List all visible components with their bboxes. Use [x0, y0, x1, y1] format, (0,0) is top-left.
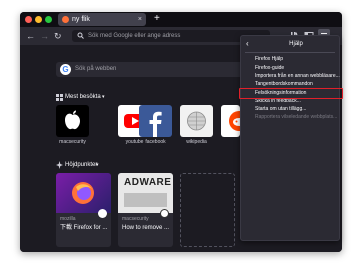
highlights-heading[interactable]: Höjdpunkter: [65, 161, 97, 169]
help-menu-panel: ‹ Hjälp Firefox Hjälp Firefox-guide Impo…: [240, 35, 340, 241]
highlight-card-mozilla[interactable]: mozilla 下載 Firefox for ...: [56, 173, 111, 247]
top-site-reddit[interactable]: [221, 105, 240, 137]
url-input[interactable]: Sök med Google eller ange adress: [88, 30, 180, 42]
new-tab-button[interactable]: +: [154, 13, 160, 25]
chevron-down-icon[interactable]: ▾: [96, 161, 99, 169]
reddit-logo-icon: [229, 111, 240, 131]
help-menu-title: Hjälp: [289, 41, 303, 47]
card-title: How to remove ...: [122, 225, 170, 231]
menu-item-restart-no-addons[interactable]: Starta om utan tillägg...: [255, 106, 306, 113]
reload-button[interactable]: ↻: [54, 30, 62, 42]
web-search-input[interactable]: Sök på webben: [75, 62, 116, 77]
tab-title: ny flik: [72, 16, 90, 23]
card-source: mozilla: [60, 216, 76, 222]
back-arrow-icon[interactable]: ‹: [246, 38, 249, 50]
minimize-window-button[interactable]: [35, 16, 42, 23]
card-site-icon: [160, 209, 169, 218]
top-site-label: wikipedia: [186, 139, 207, 145]
top-site-label: macsecurity: [59, 139, 86, 145]
top-site-label: facebook: [145, 139, 166, 145]
search-icon: [77, 32, 84, 39]
card-source: macsecurity: [122, 216, 149, 222]
card-site-icon: [98, 209, 107, 218]
grid-icon: [56, 94, 63, 101]
top-sites-heading[interactable]: Mest besökta: [65, 93, 101, 101]
title-bar: ny flik × +: [20, 12, 342, 27]
highlight-card-macsecurity[interactable]: ADWARE macsecurity How to remove ...: [118, 173, 173, 247]
highlight-box: [239, 88, 343, 99]
card-image-graphic: [124, 193, 167, 207]
menu-item-import[interactable]: Importera från en annan webbläsare...: [255, 73, 340, 80]
zoom-window-button[interactable]: [45, 16, 52, 23]
card-thumbnail: [56, 173, 111, 213]
top-site-wikipedia[interactable]: [180, 105, 213, 137]
forward-button[interactable]: →: [40, 30, 49, 42]
tab-close-icon[interactable]: ×: [138, 14, 142, 25]
google-logo-icon: G: [60, 64, 71, 75]
back-button[interactable]: ←: [26, 30, 35, 42]
wikipedia-globe-icon: [187, 111, 206, 131]
menu-item-firefox-help[interactable]: Firefox Hjälp: [255, 56, 283, 63]
menu-item-firefox-guide[interactable]: Firefox-guide: [255, 65, 284, 72]
close-window-button[interactable]: [25, 16, 32, 23]
chevron-down-icon[interactable]: ▾: [102, 93, 105, 101]
card-image-text: ADWARE: [124, 177, 172, 188]
sparkle-icon: [56, 161, 63, 169]
menu-item-report-deceptive-site: Rapportera vilseledande webbplats...: [255, 114, 338, 120]
top-site-macsecurity[interactable]: [56, 105, 89, 137]
menu-item-keyboard-shortcuts[interactable]: Tangentbordskommandon: [255, 81, 313, 88]
tab-new-tab[interactable]: ny flik ×: [58, 13, 146, 26]
menu-item-feedback[interactable]: Skicka in feedback...: [255, 98, 301, 105]
firefox-icon: [62, 16, 69, 23]
firefox-logo-icon: [72, 182, 94, 204]
menu-divider: [245, 52, 335, 53]
facebook-logo-icon: [149, 111, 162, 137]
top-site-facebook[interactable]: [139, 105, 172, 137]
highlight-placeholder: [180, 173, 235, 247]
card-thumbnail: ADWARE: [118, 173, 173, 213]
apple-logo-icon: [65, 110, 80, 130]
card-title: 下載 Firefox for ...: [60, 225, 108, 231]
